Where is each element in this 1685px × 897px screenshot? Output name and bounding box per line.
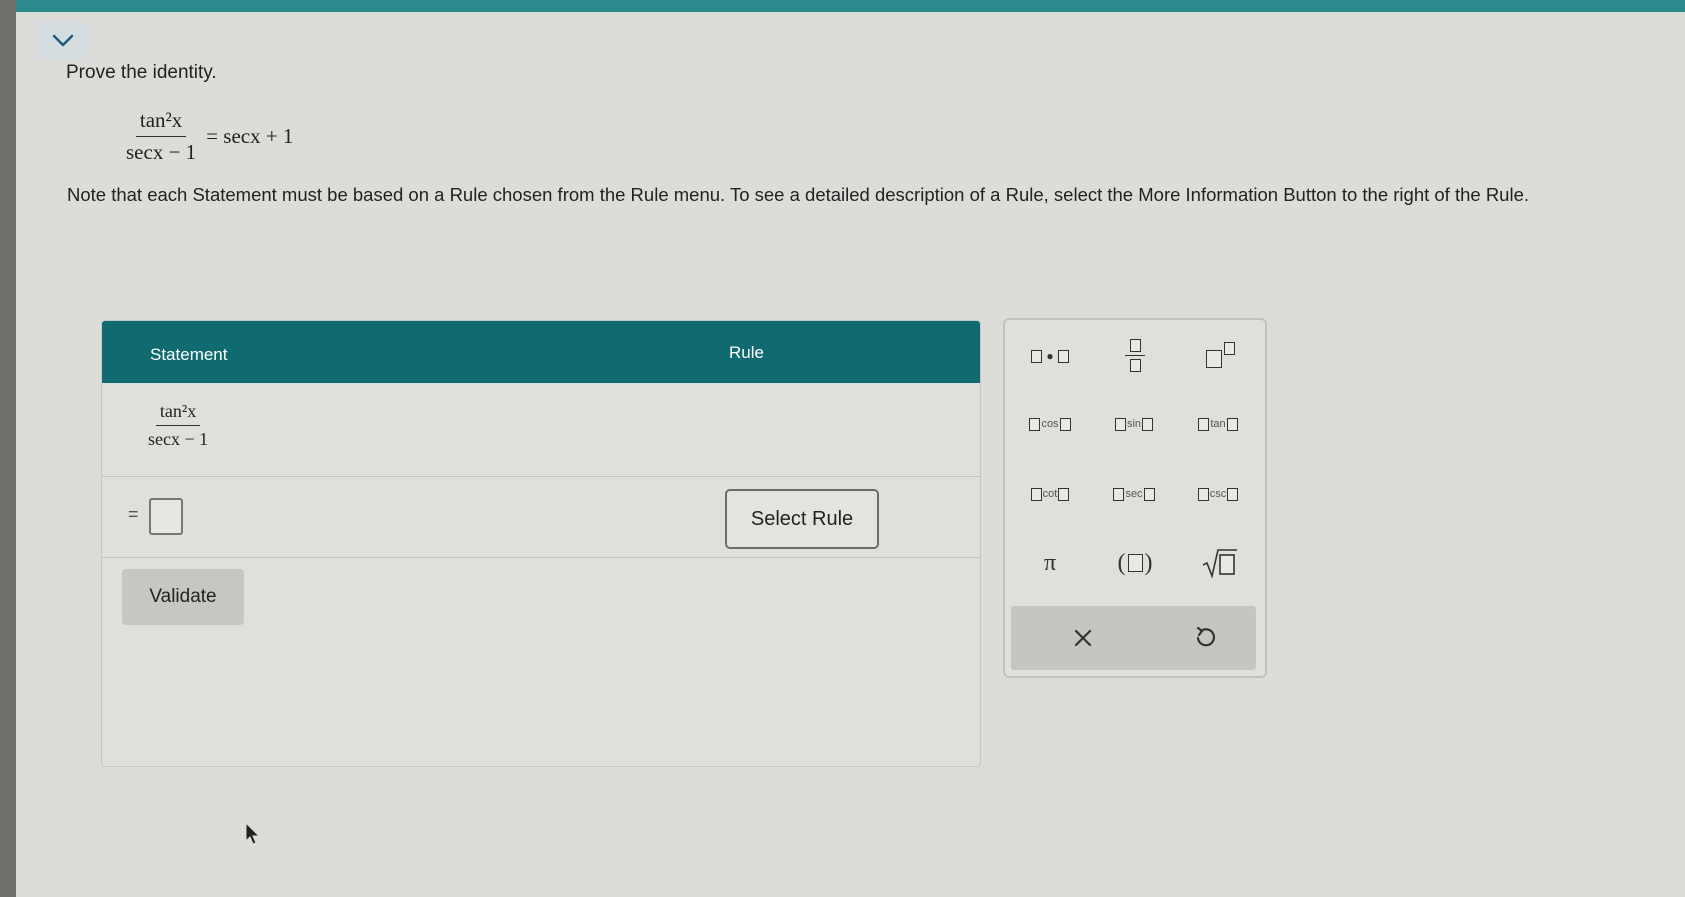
validate-button[interactable]: Validate: [122, 569, 244, 625]
tan-template-button[interactable]: tan: [1181, 406, 1255, 442]
problem-prompt: Prove the identity.: [66, 62, 217, 83]
identity-equation: tan²x secx − 1 = secx + 1: [122, 108, 293, 165]
clear-button[interactable]: [1061, 616, 1105, 660]
identity-numerator: tan²x: [135, 108, 187, 137]
pi-button[interactable]: π: [1015, 540, 1085, 586]
sin-label: sin: [1126, 418, 1142, 430]
cos-label: cos: [1041, 418, 1059, 430]
csc-label: csc: [1209, 488, 1227, 500]
collapse-toggle[interactable]: [36, 22, 90, 60]
chevron-down-icon: [52, 34, 74, 47]
left-edge: [0, 0, 16, 897]
undo-icon: [1196, 626, 1216, 647]
dot-product-icon: ●: [1031, 349, 1069, 363]
sin-template-button[interactable]: sin: [1097, 406, 1171, 442]
fraction-template-button[interactable]: [1100, 330, 1170, 380]
top-accent-bar: [16, 0, 1685, 12]
proof-row-step: = Select Rule: [102, 477, 980, 558]
multiply-template-button[interactable]: ●: [1015, 334, 1085, 378]
identity-rhs: = secx + 1: [206, 124, 294, 148]
exponent-template-button[interactable]: [1185, 330, 1255, 380]
statement-denominator: secx − 1: [148, 429, 209, 449]
square-root-icon: [1202, 549, 1237, 579]
undo-button[interactable]: [1183, 616, 1227, 660]
csc-template-button[interactable]: csc: [1181, 476, 1255, 512]
sqrt-template-button[interactable]: [1185, 540, 1255, 586]
math-palette: ● cos sin tan cot sec csc π (): [1003, 318, 1267, 678]
sec-label: sec: [1125, 488, 1143, 500]
statement-fraction: tan²x secx − 1: [144, 401, 212, 450]
statement-numerator: tan²x: [155, 401, 201, 426]
column-header-rule: Rule: [729, 343, 764, 362]
select-rule-button[interactable]: Select Rule: [725, 489, 879, 549]
parentheses-template-button[interactable]: (): [1100, 540, 1170, 586]
identity-denominator: secx − 1: [126, 140, 197, 164]
parentheses-icon: (): [1117, 549, 1153, 576]
column-header-statement: Statement: [150, 345, 228, 364]
fraction-icon: [1125, 338, 1145, 372]
proof-table: Statement Rule tan²x secx − 1 = Select R…: [101, 320, 981, 767]
cot-template-button[interactable]: cot: [1013, 476, 1087, 512]
identity-lhs-fraction: tan²x secx − 1: [122, 108, 200, 165]
mouse-pointer-icon: [245, 822, 261, 845]
cos-template-button[interactable]: cos: [1013, 406, 1087, 442]
close-icon: [1074, 629, 1092, 647]
superscript-icon: [1205, 342, 1235, 368]
statement-input[interactable]: [149, 498, 183, 535]
sec-template-button[interactable]: sec: [1097, 476, 1171, 512]
instructions-note: Note that each Statement must be based o…: [67, 184, 1530, 205]
proof-table-header: Statement Rule: [102, 321, 980, 383]
equals-sign: =: [128, 504, 139, 524]
proof-row-initial: tan²x secx − 1: [102, 383, 980, 477]
palette-actions: [1011, 606, 1256, 670]
tan-label: tan: [1210, 418, 1226, 430]
cot-label: cot: [1042, 488, 1058, 500]
